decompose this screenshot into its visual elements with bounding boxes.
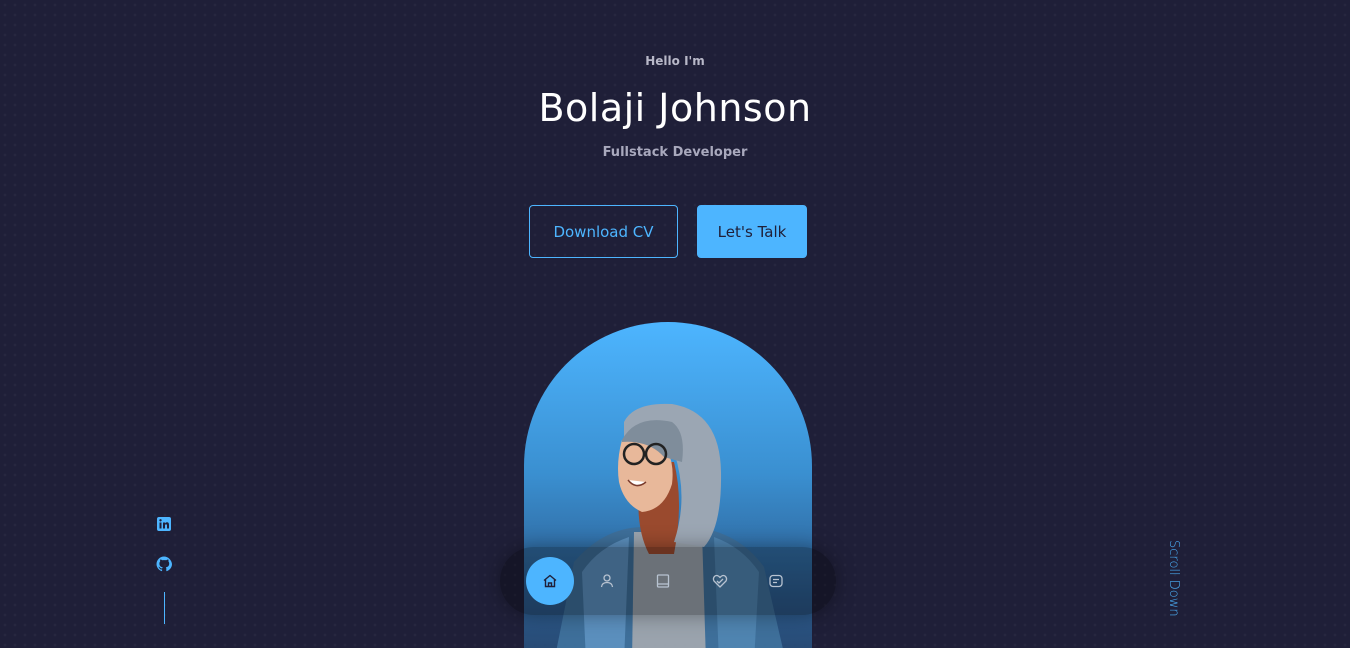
- nav-contact[interactable]: [752, 557, 800, 605]
- linkedin-icon: [157, 517, 171, 531]
- bottom-nav: [500, 547, 836, 615]
- nav-home[interactable]: [526, 557, 574, 605]
- linkedin-link[interactable]: [156, 516, 172, 532]
- nav-experience[interactable]: [639, 557, 687, 605]
- services-icon: [712, 574, 727, 588]
- nav-services[interactable]: [696, 557, 744, 605]
- greeting-text: Hello I'm: [645, 54, 705, 68]
- user-icon: [600, 574, 613, 588]
- home-icon: [543, 574, 557, 588]
- message-icon: [769, 574, 783, 588]
- role-text: Fullstack Developer: [602, 145, 748, 160]
- book-icon: [656, 574, 670, 588]
- github-link[interactable]: [156, 556, 172, 572]
- download-cv-button[interactable]: Download CV: [529, 205, 678, 258]
- social-divider-line: [163, 592, 165, 624]
- page-title: Bolaji Johnson: [538, 86, 812, 130]
- github-icon: [156, 556, 172, 572]
- nav-about[interactable]: [583, 557, 631, 605]
- lets-talk-button[interactable]: Let's Talk: [697, 205, 807, 258]
- scroll-down-link[interactable]: Scroll Down: [1166, 540, 1181, 617]
- social-links: [155, 516, 173, 624]
